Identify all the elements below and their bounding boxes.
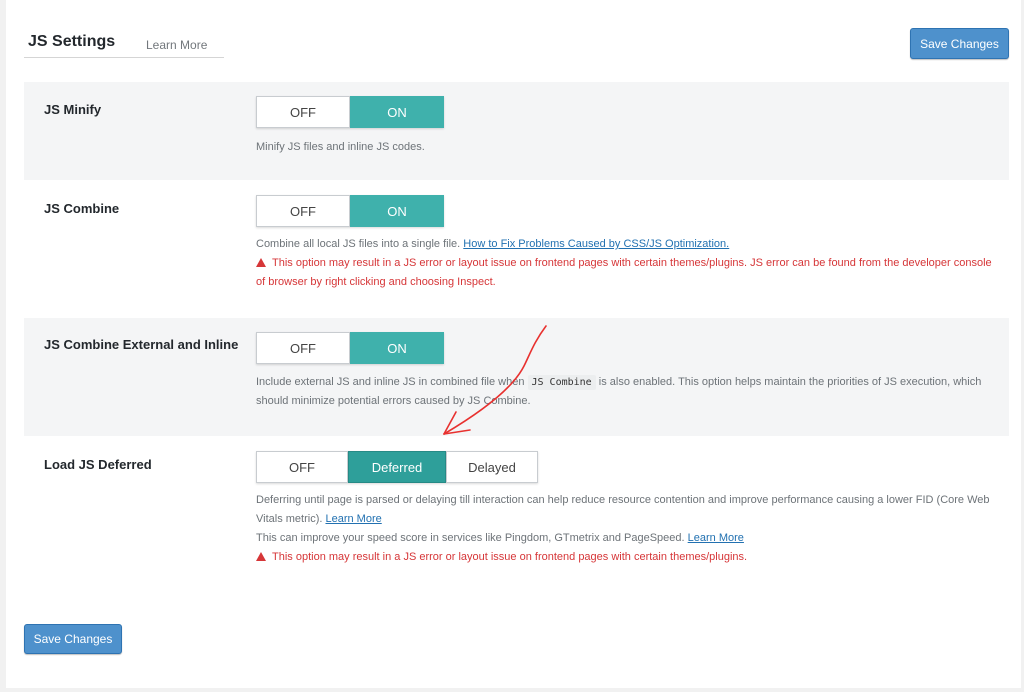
setting-label: JS Combine External and Inline	[44, 337, 239, 352]
warning-text: This option may result in a JS error or …	[272, 551, 748, 563]
deferred-off-option[interactable]: OFF	[256, 451, 348, 483]
js-minify-toggle: OFF ON	[256, 96, 444, 128]
warning-message: This option may result in a JS error or …	[256, 257, 992, 288]
page-title: JS Settings	[28, 33, 116, 50]
fix-problems-link[interactable]: How to Fix Problems Caused by CSS/JS Opt…	[463, 238, 729, 250]
setting-description: Include external JS and inline JS in com…	[256, 373, 1001, 411]
setting-label: JS Combine	[44, 201, 120, 216]
setting-description: Deferring until page is parsed or delayi…	[256, 491, 1001, 567]
description-text-2: This can improve your speed score in ser…	[256, 532, 685, 544]
js-combine-toggle: OFF ON	[256, 195, 444, 227]
section-header: JS Settings Learn More	[24, 33, 224, 58]
learn-more-speed-link[interactable]: Learn More	[688, 532, 744, 544]
setting-row-load-js-deferred: Load JS Deferred OFF Deferred Delayed De…	[24, 436, 1009, 586]
js-combine-off-option[interactable]: OFF	[256, 195, 350, 227]
js-combine-external-off-option[interactable]: OFF	[256, 332, 350, 364]
js-minify-on-option[interactable]: ON	[350, 96, 444, 128]
js-minify-off-option[interactable]: OFF	[256, 96, 350, 128]
setting-description: Combine all local JS files into a single…	[256, 235, 1001, 292]
annotation-arrow-icon	[443, 325, 547, 435]
learn-more-link[interactable]: Learn More	[146, 38, 207, 52]
warning-message: This option may result in a JS error or …	[256, 551, 747, 563]
setting-row-js-minify: JS Minify OFF ON Minify JS files and inl…	[24, 82, 1009, 180]
warning-icon	[256, 258, 266, 267]
js-combine-on-option[interactable]: ON	[350, 195, 444, 227]
load-js-deferred-toggle: OFF Deferred Delayed	[256, 451, 538, 483]
settings-panel: JS Settings Learn More Save Changes JS M…	[6, 0, 1021, 688]
setting-label: Load JS Deferred	[44, 457, 152, 472]
warning-text: This option may result in a JS error or …	[256, 257, 992, 288]
save-changes-button-bottom[interactable]: Save Changes	[24, 624, 122, 654]
warning-icon	[256, 552, 266, 561]
save-changes-button-top[interactable]: Save Changes	[910, 28, 1009, 59]
setting-row-js-combine: JS Combine OFF ON Combine all local JS f…	[24, 180, 1009, 318]
learn-more-fid-link[interactable]: Learn More	[325, 513, 381, 525]
description-text: Combine all local JS files into a single…	[256, 238, 461, 250]
setting-label: JS Minify	[44, 102, 102, 117]
setting-description: Minify JS files and inline JS codes.	[256, 141, 425, 153]
delayed-option[interactable]: Delayed	[446, 451, 538, 483]
js-combine-external-toggle: OFF ON	[256, 332, 444, 364]
deferred-option[interactable]: Deferred	[348, 451, 446, 483]
